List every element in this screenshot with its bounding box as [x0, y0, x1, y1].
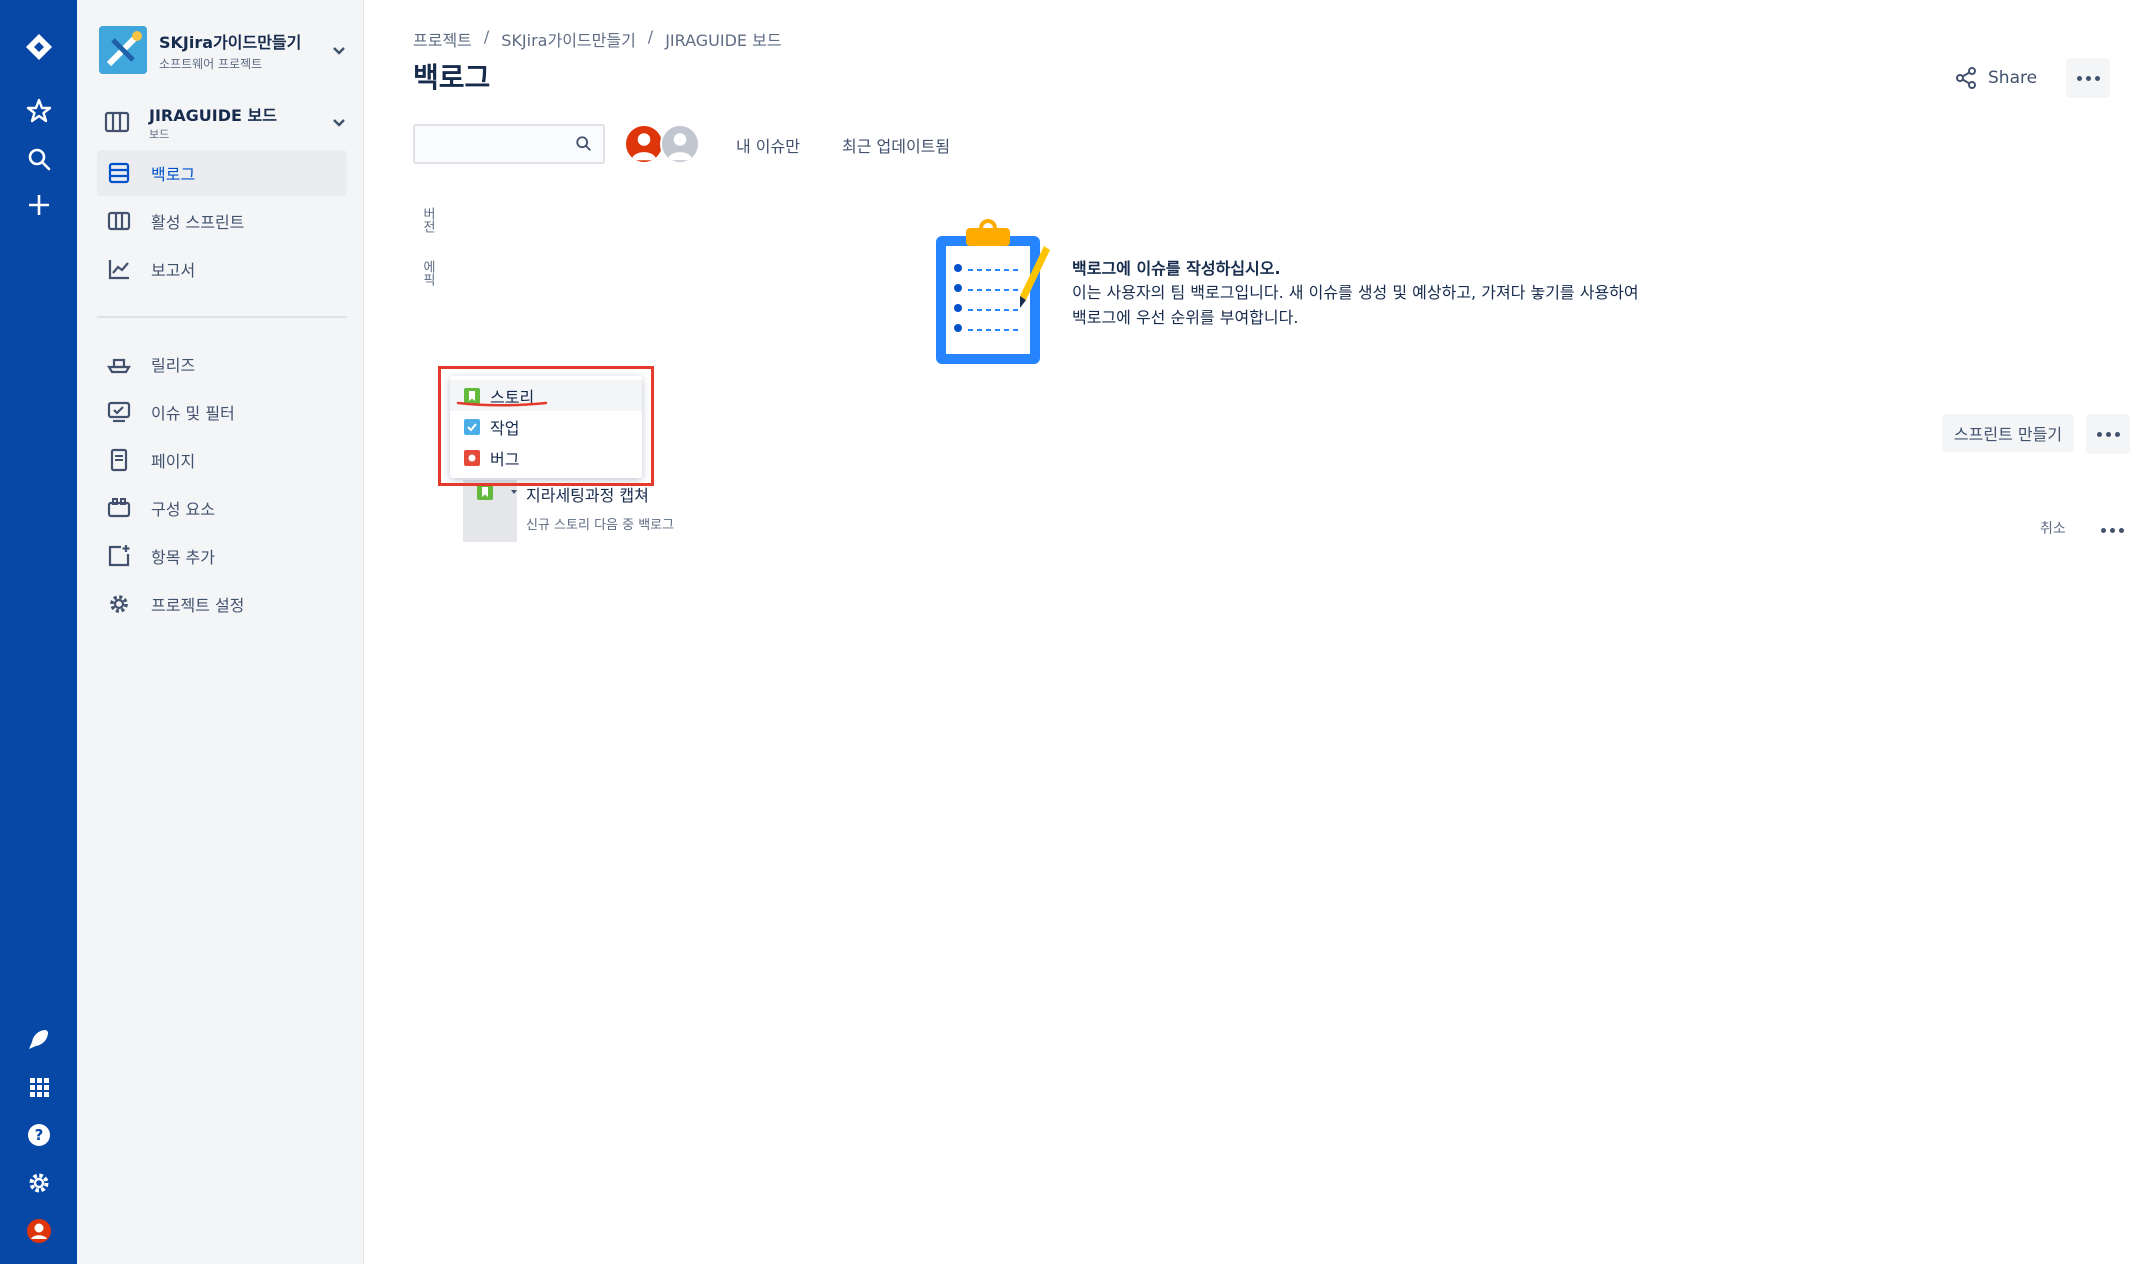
tab-epics[interactable]: 에픽 — [418, 260, 437, 286]
sidebar-item-backlog[interactable]: 백로그 — [97, 150, 347, 196]
issue-type-selector[interactable] — [477, 484, 519, 500]
annotation-highlight-box — [438, 366, 654, 486]
story-icon — [477, 484, 493, 500]
project-type: 소프트웨어 프로젝트 — [159, 56, 263, 71]
chevron-down-icon[interactable] — [329, 112, 349, 132]
add-item-icon — [105, 542, 133, 570]
breadcrumb-separator: / — [483, 27, 490, 46]
svg-text:?: ? — [35, 1126, 44, 1144]
filter-recently-updated[interactable]: 최근 업데이트됨 — [842, 133, 950, 157]
breadcrumb-separator: / — [647, 27, 654, 46]
empty-state-title: 백로그에 이슈를 작성하십시오. — [1072, 259, 1281, 278]
empty-state-description: 이는 사용자의 팀 백로그입니다. 새 이슈를 생성 및 예상하고, 가져다 놓… — [1072, 283, 1639, 327]
backlog-icon — [105, 159, 133, 187]
project-name: SKJira가이드만들기 — [159, 32, 302, 52]
clipboard-illustration-icon — [936, 219, 1050, 364]
rocket-icon[interactable] — [20, 1020, 58, 1058]
search-icon[interactable] — [20, 140, 58, 178]
sidebar-item-label: 릴리즈 — [151, 356, 196, 375]
more-icon — [2096, 431, 2120, 437]
more-icon — [2100, 527, 2124, 533]
breadcrumb-item[interactable]: SKJira가이드만들기 — [501, 27, 636, 51]
chevron-down-icon[interactable] — [329, 40, 349, 60]
sidebar-item-label: 백로그 — [151, 165, 196, 184]
page-icon — [105, 446, 133, 474]
sidebar-item-active-sprint[interactable]: 활성 스프린트 — [97, 198, 347, 244]
board-name: JIRAGUIDE 보드 — [149, 106, 277, 125]
more-icon — [2076, 75, 2100, 81]
sidebar-item-reports[interactable]: 보고서 — [97, 246, 347, 292]
help-icon[interactable]: ? — [20, 1116, 58, 1154]
sidebar-item-label: 구성 요소 — [151, 500, 215, 519]
sidebar-item-label: 활성 스프린트 — [151, 213, 245, 232]
page-title: 백로그 — [413, 61, 491, 94]
project-header[interactable]: SKJira가이드만들기 소프트웨어 프로젝트 — [99, 24, 349, 76]
project-sidebar: SKJira가이드만들기 소프트웨어 프로젝트 JIRAGUIDE 보드 보드 … — [77, 0, 364, 1264]
breadcrumb-item[interactable]: JIRAGUIDE 보드 — [665, 27, 781, 51]
cancel-button[interactable]: 취소 — [2040, 518, 2066, 538]
board-switcher[interactable]: JIRAGUIDE 보드 보드 — [99, 102, 349, 142]
issue-more-button[interactable] — [2090, 510, 2134, 550]
board-columns-icon — [105, 207, 133, 235]
sidebar-item-label: 이슈 및 필터 — [151, 404, 235, 423]
sprint-more-button[interactable] — [2086, 414, 2130, 454]
sidebar-item-label: 페이지 — [151, 452, 196, 471]
sidebar-item-project-settings[interactable]: 프로젝트 설정 — [97, 581, 347, 627]
caret-down-icon — [511, 490, 517, 494]
board-icon — [104, 111, 130, 133]
project-avatar — [99, 26, 147, 74]
sidebar-item-pages[interactable]: 페이지 — [97, 437, 347, 483]
sidebar-item-add-item[interactable]: 항목 추가 — [97, 533, 347, 579]
share-icon — [1956, 67, 1976, 89]
search-icon — [576, 136, 591, 151]
chart-icon — [105, 255, 133, 283]
breadcrumb-item[interactable]: 프로젝트 — [413, 27, 472, 51]
sidebar-divider — [97, 316, 347, 318]
user-avatar-icon — [631, 133, 657, 161]
star-icon[interactable] — [20, 92, 58, 130]
global-nav: ? — [0, 0, 77, 1264]
settings-gear-icon[interactable] — [20, 1164, 58, 1202]
filter-my-issues[interactable]: 내 이슈만 — [736, 133, 800, 157]
new-issue-hint: 신규 스토리 다음 중 백로그 — [526, 518, 675, 533]
board-sub: 보드 — [149, 128, 170, 141]
gear-icon — [105, 590, 133, 618]
user-avatar[interactable] — [624, 124, 664, 164]
ship-icon — [105, 350, 133, 378]
unassigned-avatar[interactable] — [660, 124, 700, 164]
user-avatar-icon — [667, 133, 693, 161]
profile-avatar-icon[interactable] — [20, 1212, 58, 1250]
app-switcher-icon[interactable] — [20, 1068, 58, 1106]
issues-icon — [105, 398, 133, 426]
share-label: Share — [1988, 68, 2038, 88]
sidebar-item-components[interactable]: 구성 요소 — [97, 485, 347, 531]
sidebar-item-label: 보고서 — [151, 261, 196, 280]
annotation-underline — [456, 401, 548, 407]
header-more-button[interactable] — [2066, 58, 2110, 98]
share-button[interactable]: Share — [1944, 58, 2044, 98]
search-input[interactable] — [413, 124, 605, 164]
jira-logo-icon[interactable] — [20, 28, 58, 66]
create-plus-icon[interactable] — [20, 186, 58, 224]
create-sprint-button[interactable]: 스프린트 만들기 — [1942, 414, 2074, 452]
component-icon — [105, 494, 133, 522]
sidebar-item-label: 항목 추가 — [151, 548, 215, 567]
sidebar-item-releases[interactable]: 릴리즈 — [97, 341, 347, 387]
breadcrumb: 프로젝트 / SKJira가이드만들기 / JIRAGUIDE 보드 — [413, 27, 782, 51]
sidebar-item-label: 프로젝트 설정 — [151, 596, 245, 615]
sidebar-item-issues-filters[interactable]: 이슈 및 필터 — [97, 389, 347, 435]
tab-versions[interactable]: 버전 — [418, 207, 437, 233]
